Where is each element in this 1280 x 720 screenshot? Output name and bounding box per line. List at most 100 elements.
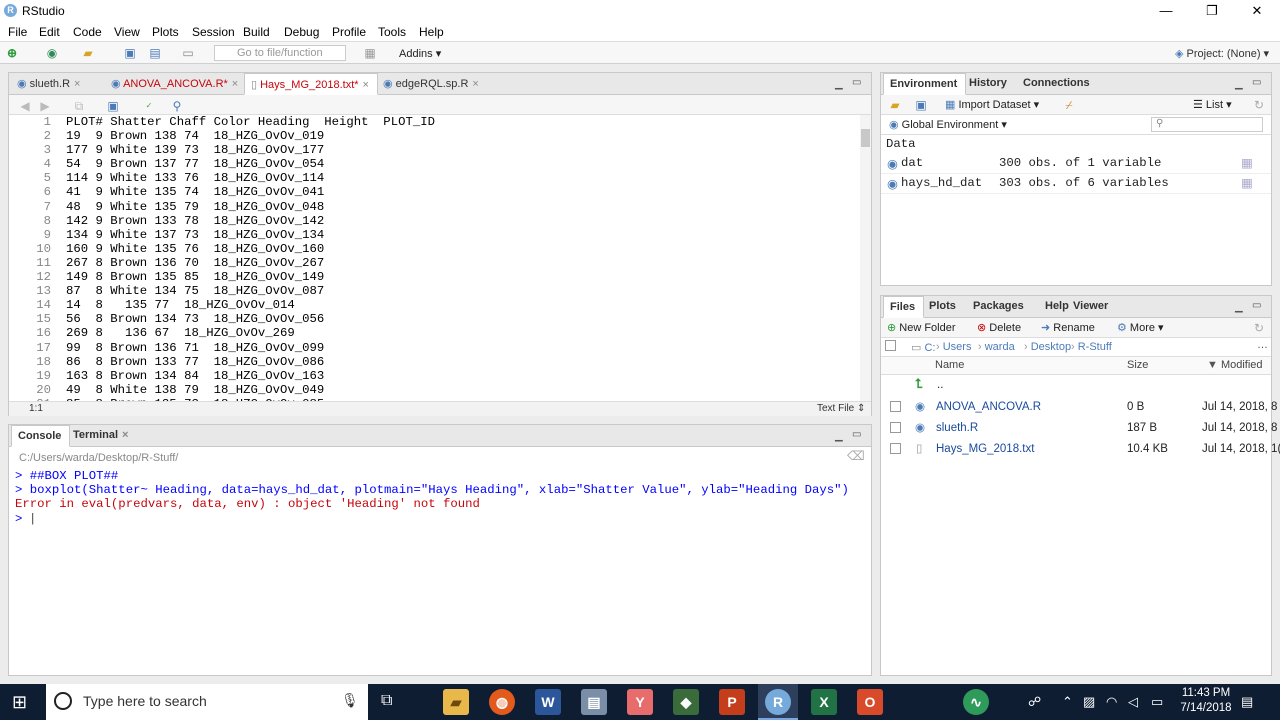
menu-profile[interactable]: Profile [332,25,366,39]
view-data-icon[interactable]: ▦ [1241,176,1253,191]
addins-menu[interactable]: Addins ▾ [399,47,441,60]
editor-scrollbar[interactable] [860,115,871,401]
file-checkbox[interactable] [890,422,901,433]
close-tab-icon[interactable]: × [232,78,238,90]
maximize-pane-icon[interactable]: ▭ [852,77,861,88]
editor-tab-slueth[interactable]: ◉ slueth.R × [11,73,88,95]
file-checkbox[interactable] [890,401,901,412]
code-line[interactable]: 8 142 9 Brown 133 78 18_HZG_OvOv_142 [9,214,861,228]
close-tab-icon[interactable]: × [472,78,478,90]
grid-layout-icon[interactable]: ▦ [362,45,378,61]
git-app-icon[interactable]: ◆ [673,689,699,715]
project-menu[interactable]: ◈ Project: (None) ▾ [1175,47,1269,60]
volume-icon[interactable]: ◁ [1128,694,1138,710]
code-line[interactable]: 1 PLOT# Shatter Chaff Color Heading Heigh… [9,115,861,129]
menu-build[interactable]: Build [243,25,270,39]
tab-viewer[interactable]: Viewer [1067,296,1116,318]
excel-icon[interactable]: X [811,689,837,715]
close-tab-icon[interactable]: × [74,78,80,90]
code-line[interactable]: 15 56 8 Brown 134 73 18_HZG_OvOv_056 [9,312,861,326]
menu-session[interactable]: Session [192,25,235,39]
clear-console-icon[interactable]: ⌫ [847,450,864,464]
menu-tools[interactable]: Tools [378,25,406,39]
goto-file-input[interactable]: Go to file/function [214,45,346,61]
minimize-pane-icon[interactable]: ▁ [835,431,843,442]
office-icon[interactable]: O [857,689,883,715]
breadcrumb-desktop[interactable]: › Desktop [1024,341,1071,353]
activity-monitor-icon[interactable]: ∿ [963,689,989,715]
breadcrumb-rstuff[interactable]: › R-Stuff [1071,341,1112,353]
view-mode-menu[interactable]: ☰ List ▾ [1193,98,1232,111]
maximize-pane-icon[interactable]: ▭ [1252,77,1261,88]
tab-files[interactable]: Files [883,296,925,318]
code-area[interactable]: 1 PLOT# Shatter Chaff Color Heading Heigh… [9,115,861,401]
column-modified[interactable]: ▼ Modified [1207,359,1263,371]
file-explorer-icon[interactable]: ▰ [443,689,469,715]
spellcheck-icon[interactable]: ✓ [141,98,157,114]
view-data-icon[interactable]: ▦ [1241,156,1253,171]
scope-selector[interactable]: ◉ Global Environment ▾ [889,118,1007,131]
battery-icon[interactable]: ▭ [1151,694,1163,710]
column-size[interactable]: Size [1127,359,1148,371]
new-folder-button[interactable]: ⊕ New Folder [887,321,956,334]
windows-start-icon[interactable]: ⊞ [12,692,27,713]
find-replace-icon[interactable]: ⚲ [169,98,185,114]
notifications-icon[interactable]: ▤ [1241,694,1253,710]
microphone-icon[interactable]: 🎙 [341,692,359,709]
file-name-link[interactable]: ANOVA_ANCOVA.R [936,401,1041,413]
env-row-hays[interactable]: ◉ hays_hd_dat 303 obs. of 6 variables ▦ [881,174,1271,194]
code-line[interactable]: 13 87 8 White 134 75 18_HZG_OvOv_087 [9,284,861,298]
code-line[interactable]: 7 48 9 White 135 79 18_HZG_OvOv_048 [9,200,861,214]
new-project-icon[interactable]: ◉ [44,45,60,61]
import-dataset-menu[interactable]: ▦ Import Dataset ▾ [945,98,1039,111]
save-file-icon[interactable]: ▣ [105,98,121,114]
code-line[interactable]: 17 99 8 Brown 136 71 18_HZG_OvOv_099 [9,341,861,355]
broom-icon[interactable]: ⌿ [1061,97,1077,113]
expand-icon[interactable]: ◉ [887,157,898,172]
menu-help[interactable]: Help [419,25,444,39]
load-workspace-icon[interactable]: ▰ [887,97,903,113]
network-app-icon[interactable]: ▤ [581,689,607,715]
more-menu[interactable]: ⚙ More ▾ [1117,321,1164,334]
restore-button[interactable]: ❐ [1189,0,1235,22]
more-path-icon[interactable]: … [1257,339,1268,351]
code-line[interactable]: 20 49 8 White 138 79 18_HZG_OvOv_049 [9,383,861,397]
save-all-icon[interactable]: ▤ [147,45,163,61]
tray-chevron-icon[interactable]: ⌃ [1062,694,1073,710]
print-icon[interactable]: ▭ [180,45,196,61]
code-line[interactable]: 4 54 9 Brown 137 77 18_HZG_OvOv_054 [9,157,861,171]
column-name[interactable]: Name [935,359,964,371]
refresh-icon[interactable]: ↻ [1251,97,1267,113]
tray-app-icon[interactable]: ▨ [1083,694,1095,710]
maximize-pane-icon[interactable]: ▭ [852,429,861,440]
file-row-parent[interactable]: ⮤ .. [881,376,1271,397]
wifi-icon[interactable]: ◠ [1106,694,1117,710]
rename-button[interactable]: ➜ Rename [1041,321,1095,334]
file-name-link[interactable]: slueth.R [936,422,978,434]
code-line[interactable]: 18 86 8 Brown 133 77 18_HZG_OvOv_086 [9,355,861,369]
menu-debug[interactable]: Debug [284,25,319,39]
breadcrumb-c[interactable]: ▭ C: [911,341,935,354]
forward-arrow-icon[interactable]: ▶ [37,98,53,114]
people-icon[interactable]: ☍ [1028,694,1041,710]
file-row[interactable]: ▯ Hays_MG_2018.txt 10.4 KB Jul 14, 2018,… [881,439,1280,460]
code-line[interactable]: 12 149 8 Brown 135 85 18_HZG_OvOv_149 [9,270,861,284]
new-file-icon[interactable]: ⊕ [4,45,20,61]
yammer-app-icon[interactable]: Y [627,689,653,715]
code-line[interactable]: 5 114 9 White 133 76 18_HZG_OvOv_114 [9,171,861,185]
show-in-window-icon[interactable]: ⧉ [71,98,87,114]
code-line[interactable]: 9 134 9 White 137 73 18_HZG_OvOv_134 [9,228,861,242]
minimize-pane-icon[interactable]: ▁ [1235,79,1243,90]
menu-view[interactable]: View [114,25,140,39]
editor-tab-edger[interactable]: ◉ edgeRQL.sp.R × [377,73,487,95]
powerpoint-icon[interactable]: P [719,689,745,715]
file-type-menu[interactable]: Text File ⇕ [817,403,865,414]
code-line[interactable]: 2 19 9 Brown 138 74 18_HZG_OvOv_019 [9,129,861,143]
rstudio-taskbar-icon[interactable]: R [765,689,791,715]
close-tab-icon[interactable]: × [122,429,128,441]
tab-connections[interactable]: Connections [1017,73,1098,95]
tab-terminal[interactable]: Terminal × [67,425,136,447]
expand-icon[interactable]: ◉ [887,177,898,192]
task-view-icon[interactable]: ⧉ [381,692,392,710]
code-line[interactable]: 10 160 9 White 135 76 18_HZG_OvOv_160 [9,242,861,256]
